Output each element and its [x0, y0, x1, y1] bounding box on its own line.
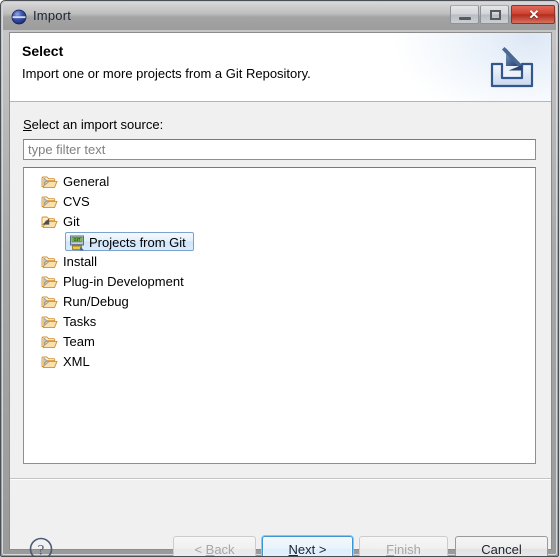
title-bar[interactable]: Import ✕ [3, 3, 556, 30]
help-question-icon: ? [29, 537, 53, 557]
chevron-right-icon[interactable] [41, 197, 51, 207]
next-button-mnemonic: N [288, 541, 298, 557]
chevron-right-icon[interactable] [41, 297, 51, 307]
finish-button[interactable]: Finish [359, 536, 448, 557]
git-repo-icon: GIT [69, 235, 85, 251]
tree-item-label: Plug-in Development [63, 274, 184, 289]
mnemonic-letter: S [23, 117, 32, 132]
filter-input[interactable] [23, 139, 536, 160]
back-button-pre: < [194, 541, 206, 557]
dialog-body: Select Import one or more projects from … [9, 32, 552, 556]
maximize-icon [490, 10, 501, 20]
tree-item-label: Git [63, 214, 80, 229]
select-source-label: Select an import source: [23, 117, 163, 132]
window-title: Import [33, 8, 72, 23]
tree-item-run-debug[interactable]: Run/Debug [24, 292, 535, 312]
minimize-button[interactable] [450, 5, 479, 24]
tree-item-label: Team [63, 334, 95, 349]
tree-item-label: Projects from Git [89, 235, 186, 250]
tree-item-label: CVS [63, 194, 90, 209]
tree-item-label: Tasks [63, 314, 97, 329]
page-description: Import one or more projects from a Git R… [22, 66, 311, 81]
import-wizard-icon [484, 40, 540, 96]
tree-item-install[interactable]: Install [24, 252, 535, 272]
import-source-tree[interactable]: General CVS Git GIT Projects from Git Install… [23, 167, 536, 464]
tree-item-label: Install [63, 254, 97, 269]
wizard-banner: Select Import one or more projects from … [10, 33, 551, 102]
tree-item-label: XML [63, 354, 90, 369]
tree-item-projects-from-git[interactable]: GIT Projects from Git [24, 232, 535, 252]
tree-list: General CVS Git GIT Projects from Git Install… [24, 172, 535, 372]
minimize-icon [459, 17, 471, 20]
eclipse-sphere-icon [11, 9, 27, 25]
chevron-right-icon[interactable] [41, 357, 51, 367]
button-bar: ? < Back Next > Finish Cancel [10, 480, 551, 556]
finish-button-mnemonic: F [386, 541, 395, 557]
back-button-post: ack [214, 541, 235, 557]
close-button[interactable]: ✕ [511, 5, 555, 24]
tree-item-cvs[interactable]: CVS [24, 192, 535, 212]
maximize-button[interactable] [480, 5, 509, 24]
svg-text:GIT: GIT [74, 237, 81, 242]
svg-text:?: ? [38, 542, 45, 557]
next-button-post: ext > [297, 541, 327, 557]
tree-item-xml[interactable]: XML [24, 352, 535, 372]
chevron-down-icon[interactable] [41, 217, 51, 227]
chevron-right-icon[interactable] [41, 317, 51, 327]
tree-item-general[interactable]: General [24, 172, 535, 192]
tree-item-plug-in-development[interactable]: Plug-in Development [24, 272, 535, 292]
tree-item-tasks[interactable]: Tasks [24, 312, 535, 332]
page-title: Select [22, 43, 64, 59]
import-dialog-window: Import ✕ Select Import one or more proje… [0, 0, 559, 557]
chevron-right-icon[interactable] [41, 337, 51, 347]
cancel-button[interactable]: Cancel [455, 536, 548, 556]
help-button[interactable]: ? [28, 536, 54, 557]
select-source-label-rest: elect an import source: [31, 117, 164, 132]
tree-item-selected[interactable]: GIT Projects from Git [65, 232, 194, 251]
close-icon: ✕ [528, 7, 540, 22]
finish-button-post: inish [394, 541, 421, 557]
tree-item-git[interactable]: Git [24, 212, 535, 232]
chevron-right-icon[interactable] [41, 177, 51, 187]
tree-item-label: Run/Debug [63, 294, 129, 309]
tree-item-label: General [63, 174, 110, 189]
back-button[interactable]: < Back [173, 536, 256, 557]
tree-item-team[interactable]: Team [24, 332, 535, 352]
next-button[interactable]: Next > [262, 536, 353, 557]
chevron-right-icon[interactable] [41, 277, 51, 287]
chevron-right-icon[interactable] [41, 257, 51, 267]
content-area: Select an import source: General CVS Git GI… [10, 103, 551, 478]
